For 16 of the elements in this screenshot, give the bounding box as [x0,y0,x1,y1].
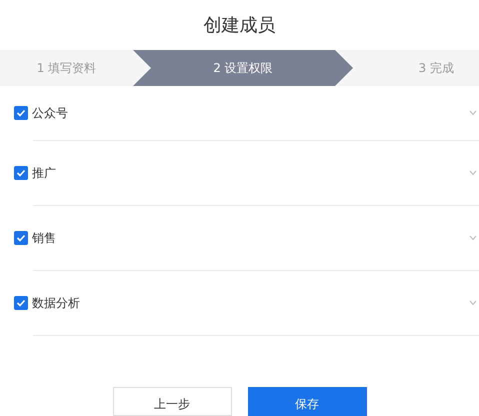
save-button[interactable]: 保存 [248,387,366,416]
step-tab[interactable]: 2 设置权限 [133,50,353,86]
checkmark-icon [16,233,26,243]
checkbox[interactable] [14,231,28,245]
permission-label: 数据分析 [32,295,80,312]
permission-label: 销售 [32,230,56,247]
page-title: 创建成员 [204,14,276,38]
checkbox[interactable] [14,106,28,120]
back-button[interactable]: 上一步 [112,387,232,416]
checkbox[interactable] [14,296,28,310]
checkmark-icon [16,168,26,178]
checkbox[interactable] [14,166,28,180]
checkmark-icon [16,108,26,118]
checkmark-icon [16,298,26,308]
permission-label: 公众号 [32,105,68,122]
permission-label: 推广 [32,165,56,182]
